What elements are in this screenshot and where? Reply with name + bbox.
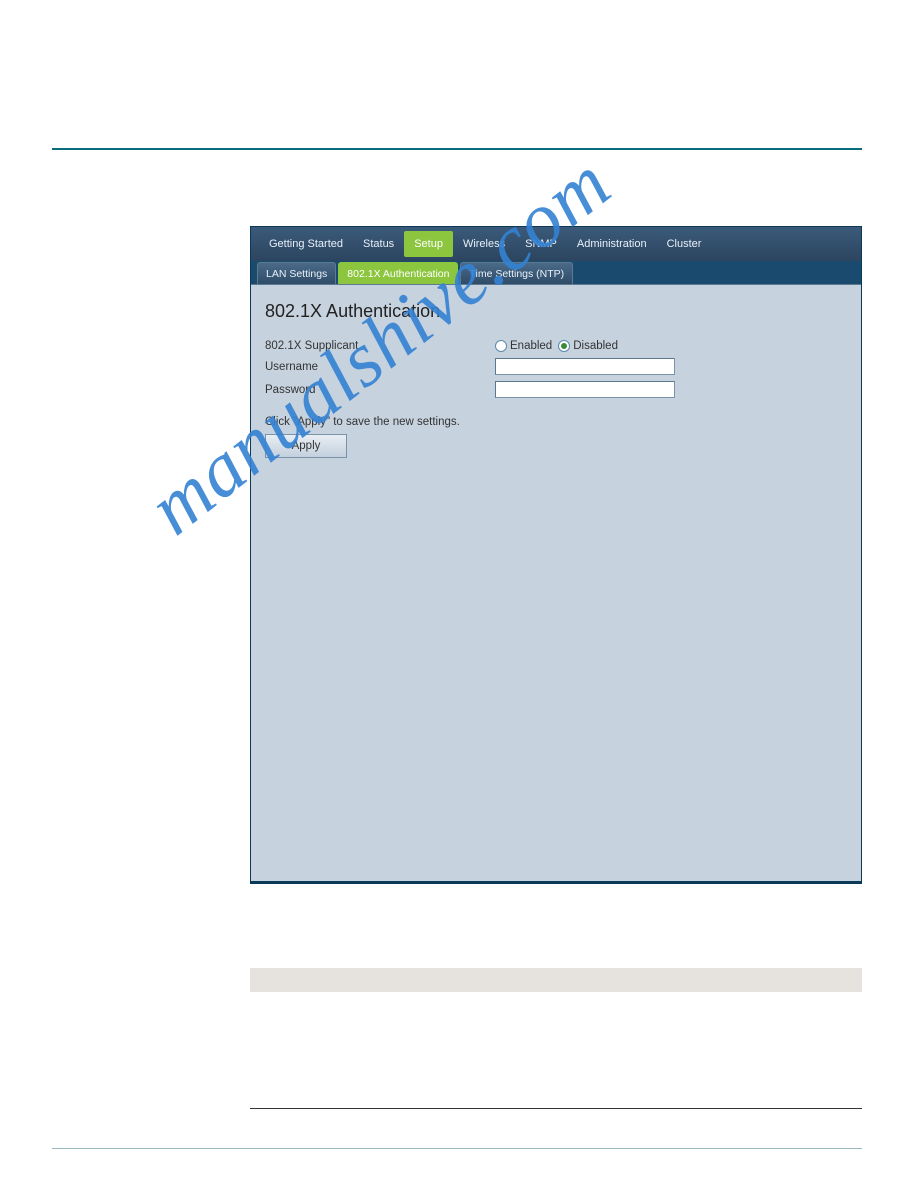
username-label: Username: [265, 361, 495, 373]
panel-title: 802.1X Authentication: [265, 301, 847, 322]
page-top-rule: [52, 148, 862, 150]
radio-disabled-label: Disabled: [573, 340, 618, 352]
row-supplicant: 802.1X Supplicant Enabled Disabled: [265, 340, 847, 352]
radio-disabled[interactable]: Disabled: [558, 340, 618, 352]
nav-cluster[interactable]: Cluster: [657, 232, 712, 256]
tab-8021x-auth[interactable]: 802.1X Authentication: [338, 262, 458, 284]
tab-time-settings[interactable]: Time Settings (NTP): [460, 262, 573, 284]
nav-wireless[interactable]: Wireless: [453, 232, 515, 256]
separator-bar: [250, 968, 862, 992]
password-input[interactable]: [495, 381, 675, 398]
page-bottom-rule: [52, 1148, 862, 1149]
nav-snmp[interactable]: SNMP: [515, 232, 567, 256]
separator-line: [250, 1108, 862, 1109]
password-label: Password: [265, 384, 495, 396]
nav-getting-started[interactable]: Getting Started: [259, 232, 353, 256]
nav-administration[interactable]: Administration: [567, 232, 657, 256]
tab-lan-settings[interactable]: LAN Settings: [257, 262, 336, 284]
nav-setup[interactable]: Setup: [404, 231, 453, 257]
main-nav: Getting Started Status Setup Wireless SN…: [251, 227, 861, 261]
apply-button[interactable]: Apply: [265, 434, 347, 458]
row-password: Password: [265, 381, 847, 398]
username-input[interactable]: [495, 358, 675, 375]
app-window: Getting Started Status Setup Wireless SN…: [250, 226, 862, 884]
sub-nav: LAN Settings 802.1X Authentication Time …: [251, 261, 861, 285]
radio-icon: [558, 340, 570, 352]
content-area: 802.1X Authentication 802.1X Supplicant …: [251, 285, 861, 881]
supplicant-radio-group: Enabled Disabled: [495, 340, 618, 352]
apply-hint: Click "Apply" to save the new settings.: [265, 416, 847, 428]
nav-status[interactable]: Status: [353, 232, 404, 256]
radio-enabled[interactable]: Enabled: [495, 340, 552, 352]
radio-enabled-label: Enabled: [510, 340, 552, 352]
row-username: Username: [265, 358, 847, 375]
supplicant-label: 802.1X Supplicant: [265, 340, 495, 352]
radio-icon: [495, 340, 507, 352]
